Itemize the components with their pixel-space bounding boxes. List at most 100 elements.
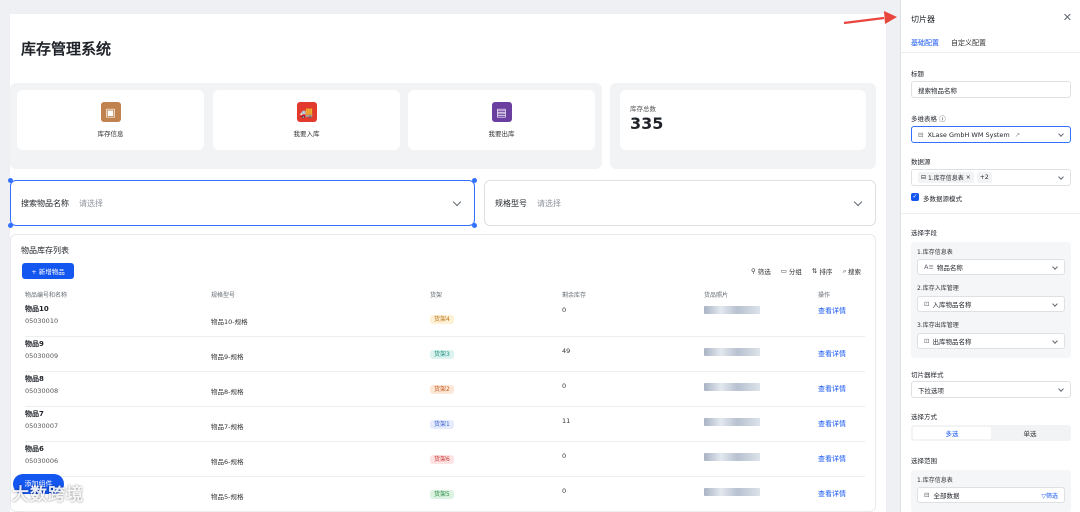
multi-mode-checkbox[interactable]: ✓ (911, 193, 919, 201)
card-label: 我要出库 (488, 130, 515, 138)
field-select-3[interactable]: ⊡ 出库物品名称 (917, 333, 1065, 349)
resize-handle[interactable] (472, 223, 477, 228)
box-icon: ▣ (100, 102, 121, 122)
shelf-tag: 货架5 (430, 490, 454, 499)
link-field-icon: ⊡ (924, 337, 930, 345)
tool-label: 搜索 (848, 268, 861, 276)
tab-custom-config[interactable]: 自定义配置 (951, 38, 986, 53)
table-title: 物品库存列表 (21, 246, 69, 255)
watermark-text: 大数跨境 (12, 485, 84, 505)
stock-value: 0 (562, 382, 567, 390)
dashboard-canvas: 库存管理系统 ▣ 库存信息 🚚 我要入库 ▤ 我要出库 库存总数 335 搜索物… (0, 0, 900, 512)
item-code: 05030009 (25, 352, 59, 360)
range-filter-label: 筛选 (1045, 492, 1058, 500)
inventory-table-card: 物品库存列表 + 新增物品 ⚲ 筛选 ▭ 分组 ⇅ 排序 ⌕ 搜索 物品编号和名称 规格… (10, 234, 876, 512)
title-input-value: 搜索物品名称 (918, 86, 957, 95)
field-source-label: 3.库存出库管理 (917, 322, 959, 329)
close-icon[interactable]: × (966, 174, 971, 181)
card-inventory-info[interactable]: ▣ 库存信息 (17, 90, 204, 150)
chevron-down-icon (1058, 131, 1064, 137)
select-mode-toggle: 多选 单选 (911, 425, 1071, 441)
filter-placeholder: 请选择 (537, 198, 561, 208)
datasource-select[interactable]: ⊟ 1.库存信息表 × +2 (911, 169, 1071, 186)
table-row: 物品5-规格 货架5 0 查看详情 (25, 477, 865, 512)
card-stock-out[interactable]: ▤ 我要出库 (408, 90, 595, 150)
field-value: 物品名称 (936, 264, 963, 272)
field-select-2[interactable]: ⊡ 入库物品名称 (917, 296, 1065, 312)
multi-table-select[interactable]: ⊟ XLase GmbH WM System ↗ (911, 126, 1071, 143)
select-mode-label: 选择方式 (911, 413, 937, 421)
sort-icon: ⇅ (811, 267, 818, 275)
datasource-label: 数据源 (911, 158, 931, 166)
stat-value: 335 (630, 114, 664, 133)
resize-handle[interactable] (8, 178, 13, 183)
mode-single[interactable]: 单选 (991, 427, 1069, 439)
view-details-link[interactable]: 查看详情 (818, 384, 846, 394)
view-details-link[interactable]: 查看详情 (818, 306, 846, 316)
search-icon: ⌕ (842, 266, 846, 275)
item-name: 物品7 (25, 410, 44, 418)
item-cell: 物品8 05030008 (25, 374, 58, 395)
item-name: 物品9 (25, 340, 44, 348)
table-row: 物品9 05030009 物品9-规格 货架3 49 查看详情 (25, 337, 865, 372)
product-photo[interactable] (704, 453, 760, 461)
item-cell: 物品7 05030007 (25, 409, 58, 430)
column-header: 物品编号和名称 (25, 292, 68, 299)
tab-basic-config[interactable]: 基础配置 (911, 38, 939, 53)
chevron-down-icon (1052, 338, 1058, 344)
add-item-button[interactable]: + 新增物品 (22, 263, 74, 279)
stock-value: 0 (562, 487, 567, 495)
mode-multi[interactable]: 多选 (913, 427, 991, 439)
filter-spec[interactable]: 规格型号 请选择 (484, 180, 876, 226)
product-photo[interactable] (704, 348, 760, 356)
table-icon: ⊟ (924, 491, 930, 499)
product-photo[interactable] (704, 488, 760, 496)
shopping-bag-icon: ▤ (491, 102, 512, 122)
resize-handle[interactable] (472, 178, 477, 183)
range-box: 1.库存信息表 ⊟ 全部数据 ▽筛选 (911, 470, 1071, 512)
resize-handle[interactable] (8, 223, 13, 228)
datasource-more-chip[interactable]: +2 (976, 172, 992, 183)
stock-value: 0 (562, 306, 567, 314)
close-icon[interactable]: ✕ (1063, 11, 1072, 24)
search-tool[interactable]: ⌕ 搜索 (842, 266, 861, 277)
external-link-icon: ↗ (1014, 130, 1021, 139)
filter-tool[interactable]: ⚲ 筛选 (751, 266, 771, 276)
column-header: 操作 (818, 292, 831, 299)
table-row: 物品8 05030008 物品8-规格 货架2 0 查看详情 (25, 372, 865, 407)
product-photo[interactable] (704, 306, 760, 314)
range-filter-link[interactable]: ▽筛选 (1041, 491, 1058, 500)
filter-placeholder: 请选择 (79, 198, 103, 208)
group-tool[interactable]: ▭ 分组 (781, 266, 802, 276)
view-details-link[interactable]: 查看详情 (818, 454, 846, 464)
panel-tabs: 基础配置 自定义配置 (911, 38, 986, 53)
field-value: 出库物品名称 (932, 338, 972, 346)
tool-label: 分组 (788, 268, 802, 276)
view-details-link[interactable]: 查看详情 (818, 419, 846, 429)
filter-item-name[interactable]: 搜索物品名称 请选择 (8, 178, 477, 228)
title-input[interactable]: 搜索物品名称 (911, 81, 1071, 98)
table-row: 物品7 05030007 物品7-规格 货架1 11 查看详情 (25, 407, 865, 442)
field-select-1[interactable]: A≡ 物品名称 (917, 259, 1065, 275)
view-details-link[interactable]: 查看详情 (818, 349, 846, 359)
table-header: 物品编号和名称 规格型号 货架 剩余库存 货品照片 操作 (25, 290, 865, 299)
item-cell: 物品10 05030010 (25, 304, 58, 325)
table-row: 物品10 05030010 物品10-规格 货架4 0 查看详情 (25, 302, 865, 337)
sort-tool[interactable]: ⇅ 排序 (812, 266, 832, 276)
item-cell: 物品6 05030006 (25, 444, 58, 465)
card-stock-in[interactable]: 🚚 我要入库 (213, 90, 400, 150)
slicer-style-select[interactable]: 下拉选项 (911, 381, 1071, 398)
link-field-icon: ⊡ (924, 300, 930, 308)
column-header: 剩余库存 (562, 292, 587, 299)
filter-label: 规格型号 (495, 198, 527, 208)
group-icon: ▭ (780, 267, 787, 275)
product-photo[interactable] (704, 418, 760, 426)
column-header: 货品照片 (704, 292, 729, 299)
range-select[interactable]: ⊟ 全部数据 ▽筛选 (917, 487, 1065, 503)
product-photo[interactable] (704, 383, 760, 391)
shelf-tag: 货架2 (430, 385, 454, 394)
table-icon: ⊟ (921, 174, 927, 181)
divider (901, 52, 1080, 53)
stock-value: 49 (562, 347, 571, 355)
view-details-link[interactable]: 查看详情 (818, 489, 846, 499)
